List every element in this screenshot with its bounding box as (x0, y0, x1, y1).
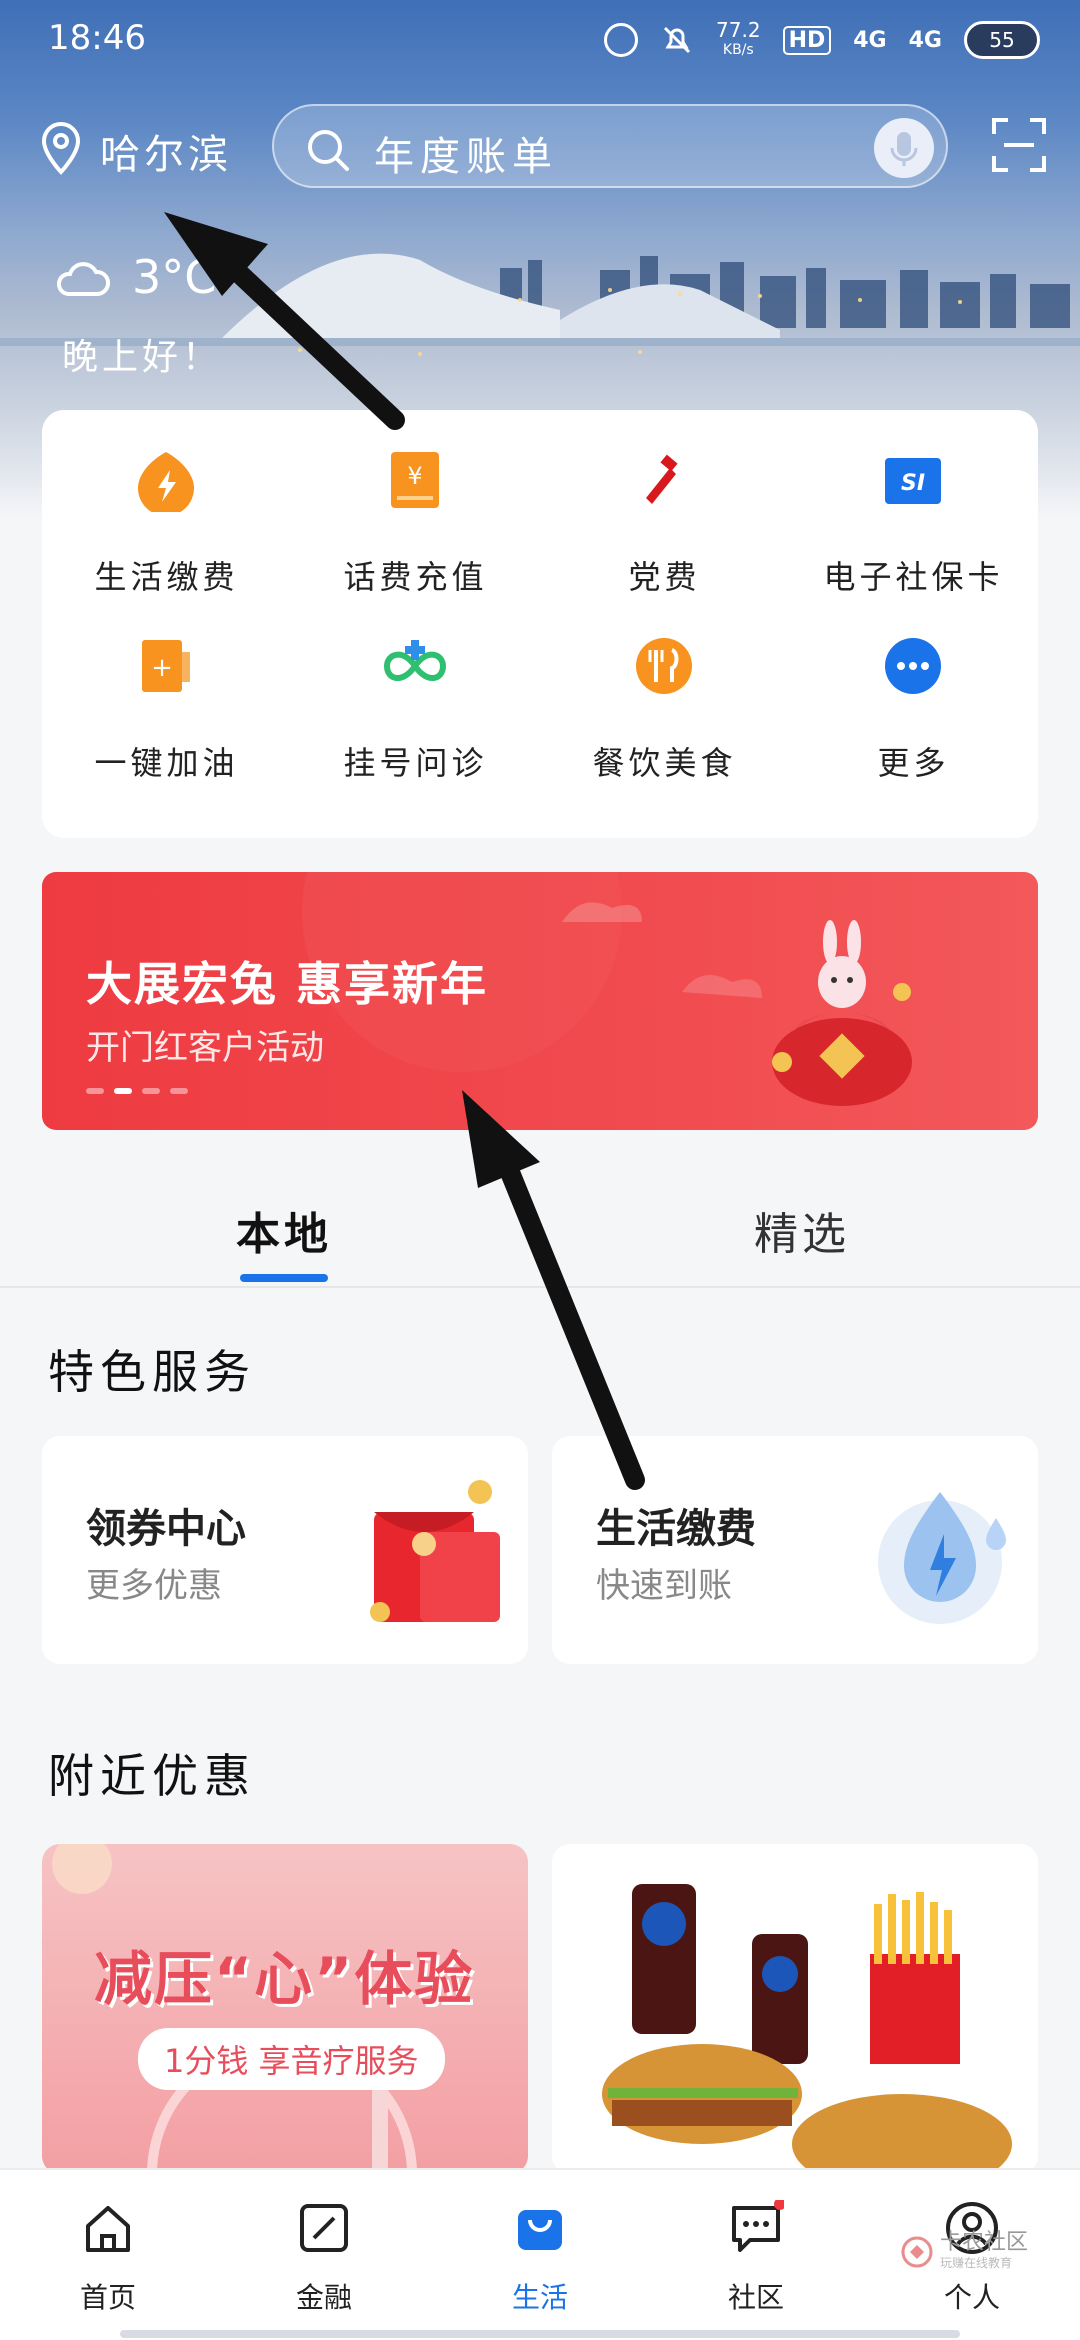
promo-banner[interactable]: 大展宏兔 惠享新年 开门红客户活动 (42, 872, 1038, 1130)
nearby-offers-title: 附近优惠 (48, 1749, 256, 1803)
more-icon (885, 638, 941, 694)
nav-label: 个人 (943, 2281, 1000, 2314)
red-envelope-icon (370, 1480, 500, 1622)
watermark-text: 卡农社区 (940, 2230, 1029, 2255)
tab-featured[interactable]: 精选 (754, 1198, 850, 1262)
network-speed: 77.2 KB/s (716, 20, 761, 60)
rabbit-lucky-bag-icon (772, 920, 912, 1106)
svg-text:+: + (151, 653, 173, 683)
service-label: 餐饮美食 (592, 744, 737, 782)
card-title: 生活缴费 (596, 1506, 756, 1552)
service-label: 更多 (877, 744, 950, 782)
search-placeholder: 年度账单 (374, 134, 558, 180)
banner-pagination (86, 1088, 188, 1094)
signal-2: 4G (908, 27, 942, 53)
shopping-bag-icon (518, 2210, 562, 2250)
social-security-card-icon: SI (885, 458, 941, 504)
nav-label: 社区 (727, 2281, 784, 2314)
nav-life[interactable]: 生活 (470, 2190, 610, 2320)
tab-local[interactable]: 本地 (236, 1198, 332, 1262)
card-subtitle: 更多优惠 (86, 1566, 222, 1606)
nav-label: 生活 (511, 2281, 568, 2314)
fast-food-image (602, 1884, 1012, 2174)
microphone-button[interactable] (874, 118, 934, 178)
nearby-offer-card-left[interactable]: 减压“心”体验 1分钱 享音疗服务 (42, 1844, 528, 2174)
banner-title: 大展宏兔 惠享新年 (86, 957, 489, 1011)
watermark: 卡农社区 玩赚在线教育 (900, 2232, 1028, 2271)
greeting: 晚上好！ (62, 337, 223, 378)
watermark-logo-icon (901, 2236, 933, 2267)
home-indicator (120, 2330, 960, 2338)
network-speed-unit: KB/s (722, 42, 754, 58)
service-label: 电子社保卡 (823, 558, 1004, 596)
service-life-payment[interactable]: 生活缴费 (42, 424, 291, 604)
status-time: 18:46 (48, 18, 146, 58)
cloud-icon (57, 262, 110, 296)
offer-pill: 1分钱 享音疗服务 (138, 2028, 445, 2090)
status-bar: 18:46 77.2 KB/s HD 4G 4G 55 (0, 0, 1080, 80)
featured-services-title: 特色服务 (48, 1345, 256, 1399)
scan-icon[interactable] (990, 116, 1048, 174)
alarm-icon (604, 23, 639, 57)
fuel-icon: + (142, 640, 190, 692)
medical-icon (383, 640, 447, 681)
signal-1: 4G (853, 27, 887, 53)
phone-bill-icon: ¥ (391, 452, 439, 508)
nav-label: 首页 (79, 2281, 136, 2314)
svg-text:SI: SI (901, 471, 925, 496)
nearby-offer-card-right[interactable] (552, 1844, 1038, 2174)
location-name[interactable]: 哈尔滨 (100, 122, 232, 180)
mute-bell-icon (663, 26, 691, 54)
content-tabs: 本地 精选 (0, 1180, 1080, 1288)
water-drop-lightning-icon (878, 1492, 1006, 1624)
nav-community[interactable]: 社区 (686, 2190, 826, 2320)
temperature: 3°C (132, 250, 217, 304)
hd-badge: HD (782, 25, 832, 55)
service-dining[interactable]: 餐饮美食 (540, 610, 789, 790)
nav-home[interactable]: 首页 (38, 2190, 178, 2320)
dining-icon (636, 638, 692, 694)
service-social-security-card[interactable]: SI 电子社保卡 (789, 424, 1038, 604)
finance-icon (300, 2204, 348, 2252)
svg-text:¥: ¥ (407, 462, 422, 490)
pagination-dot (142, 1088, 160, 1094)
search-icon (308, 130, 349, 171)
top-bar: 哈尔滨 年度账单 (0, 100, 1080, 190)
service-grid: 生活缴费 ¥ 话费充值 党费 SI 电子社保卡 + 一键加油 挂号问诊 餐饮美食… (42, 410, 1038, 838)
pagination-dot (86, 1088, 104, 1094)
service-more[interactable]: 更多 (789, 610, 1038, 790)
chat-icon (732, 2200, 784, 2252)
nav-finance[interactable]: 金融 (254, 2190, 394, 2320)
card-subtitle: 快速到账 (596, 1566, 732, 1606)
service-refuel[interactable]: + 一键加油 (42, 610, 291, 790)
network-speed-value: 77.2 (716, 18, 761, 42)
banner-subtitle: 开门红客户活动 (86, 1028, 324, 1068)
life-payment-card[interactable]: 生活缴费 快速到账 (552, 1436, 1038, 1664)
service-label: 挂号问诊 (343, 744, 488, 782)
service-party-fee[interactable]: 党费 (540, 424, 789, 604)
coupon-center-card[interactable]: 领券中心 更多优惠 (42, 1436, 528, 1664)
card-title: 领券中心 (86, 1506, 246, 1552)
party-emblem-icon (642, 454, 678, 504)
tab-active-indicator (240, 1274, 328, 1282)
service-label: 一键加油 (94, 744, 239, 782)
watermark-subtext: 玩赚在线教育 (940, 2256, 1013, 2270)
home-icon (86, 2206, 130, 2252)
nav-label: 金融 (295, 2281, 352, 2314)
microphone-icon (890, 132, 918, 166)
service-label: 生活缴费 (94, 558, 239, 596)
offer-headline: 减压“心”体验 (94, 1945, 475, 2013)
service-medical[interactable]: 挂号问诊 (291, 610, 540, 790)
status-indicators: 77.2 KB/s HD 4G 4G 55 (604, 20, 1040, 60)
service-label: 话费充值 (343, 558, 488, 596)
pagination-dot-active (114, 1088, 132, 1094)
service-phone-recharge[interactable]: ¥ 话费充值 (291, 424, 540, 604)
search-bar[interactable]: 年度账单 (272, 104, 948, 188)
pagination-dot (170, 1088, 188, 1094)
location-pin-icon[interactable] (38, 120, 84, 176)
service-label: 党费 (628, 558, 701, 596)
battery-indicator: 55 (964, 21, 1040, 59)
lightning-icon (138, 452, 194, 512)
